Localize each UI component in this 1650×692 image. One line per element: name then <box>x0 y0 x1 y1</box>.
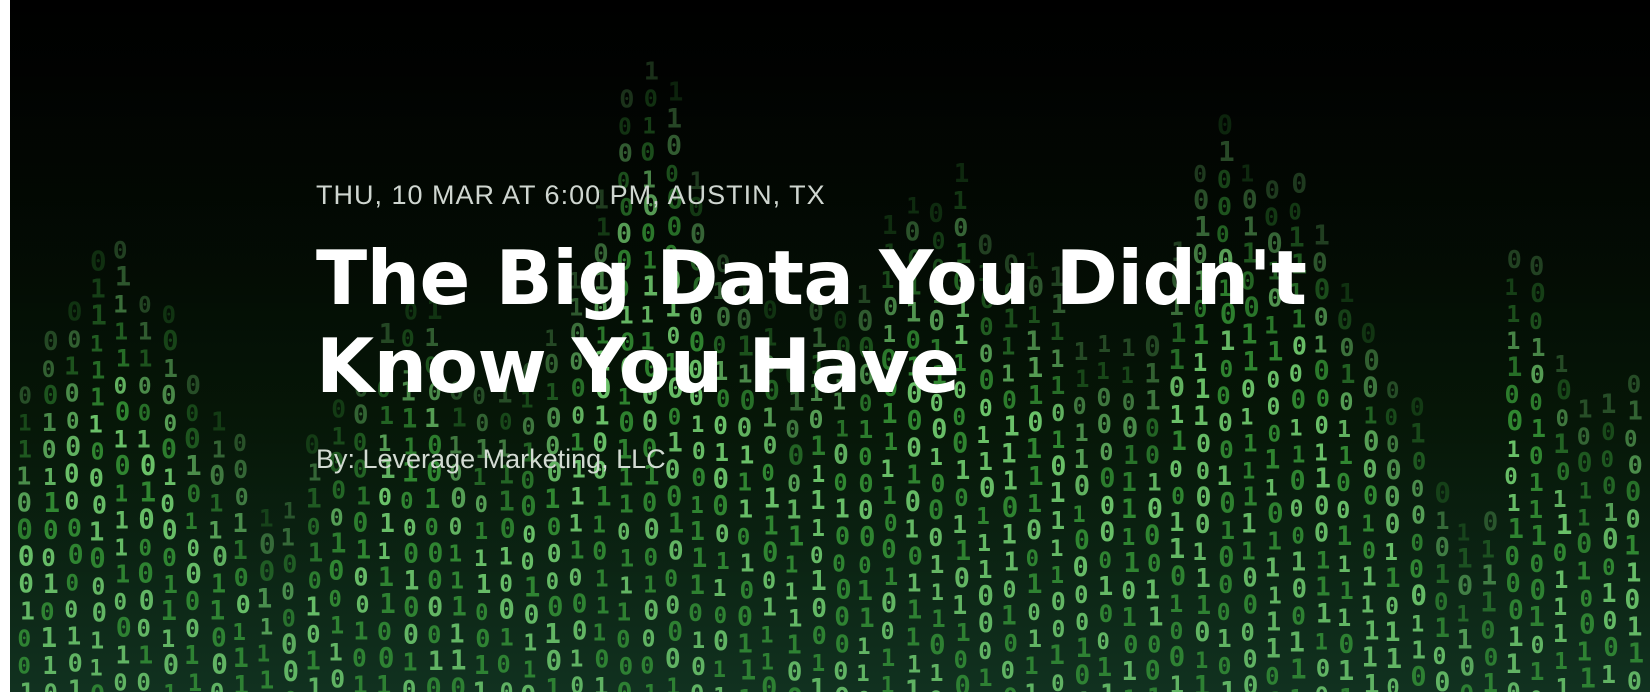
event-organizer[interactable]: By: Leverage Marketing, LLC <box>316 442 1516 476</box>
event-hero-banner: 0111000010010001011001011000100000000010… <box>10 0 1650 692</box>
event-details: THU, 10 MAR AT 6:00 PM, AUSTIN, TX The B… <box>316 178 1516 476</box>
event-title[interactable]: The Big Data You Didn't Know You Have <box>316 234 1326 410</box>
event-date-location: THU, 10 MAR AT 6:00 PM, AUSTIN, TX <box>316 180 826 210</box>
